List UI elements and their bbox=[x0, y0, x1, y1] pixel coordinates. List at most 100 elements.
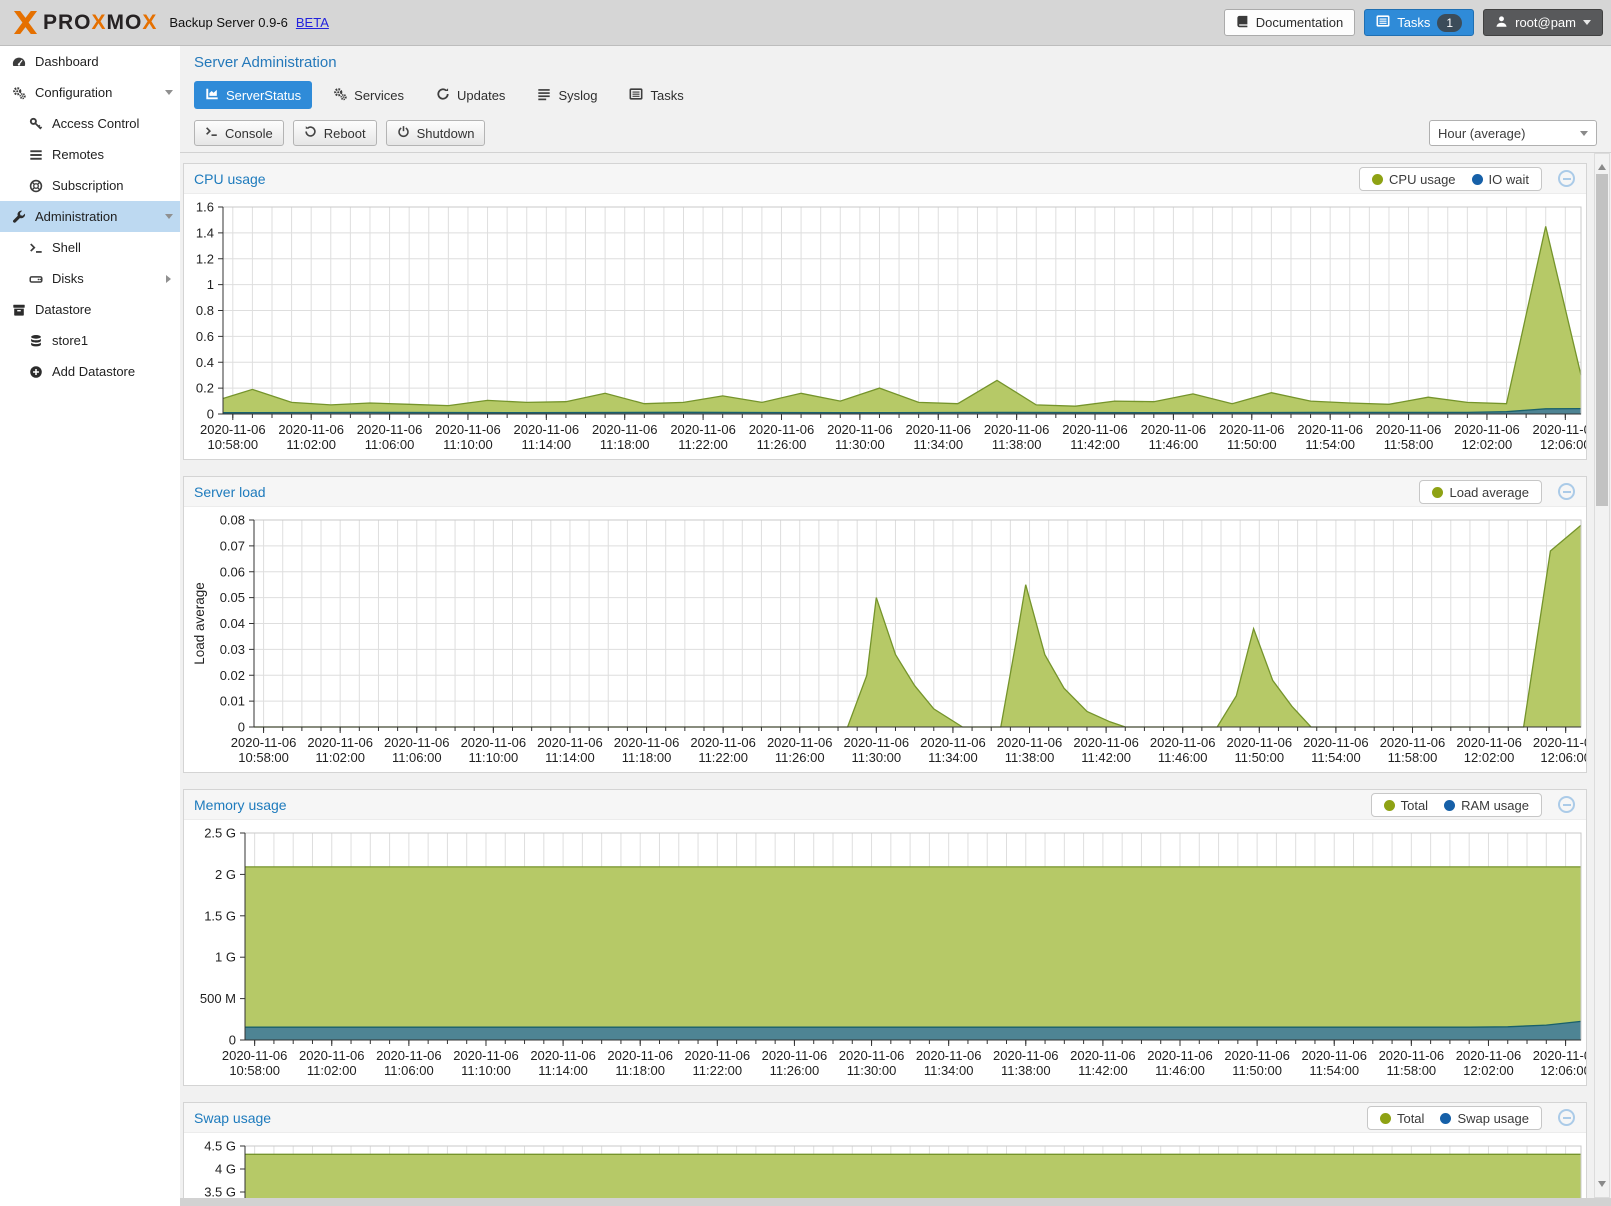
sidebar-item-datastore[interactable]: Datastore bbox=[0, 294, 180, 325]
tab-tasks[interactable]: Tasks bbox=[618, 81, 694, 109]
svg-text:11:14:00: 11:14:00 bbox=[545, 750, 595, 765]
svg-text:0.2: 0.2 bbox=[196, 381, 214, 396]
tab-syslog[interactable]: Syslog bbox=[526, 81, 608, 109]
scroll-down-arrow-icon[interactable] bbox=[1598, 1181, 1606, 1191]
vertical-scrollbar[interactable] bbox=[1594, 153, 1610, 1198]
legend-dot-icon bbox=[1384, 800, 1395, 811]
console-button[interactable]: Console bbox=[194, 120, 284, 146]
svg-text:1.4: 1.4 bbox=[196, 225, 214, 240]
server-load-panel: Server load Load average 00.010.020.030.… bbox=[183, 476, 1587, 773]
horizontal-scrollbar[interactable] bbox=[180, 1198, 1611, 1206]
shutdown-button[interactable]: Shutdown bbox=[386, 120, 486, 146]
collapse-panel-button[interactable] bbox=[1558, 796, 1575, 813]
sidebar-item-administration[interactable]: Administration bbox=[0, 201, 180, 232]
svg-text:11:46:00: 11:46:00 bbox=[1158, 750, 1208, 765]
scroll-up-arrow-icon[interactable] bbox=[1598, 160, 1606, 170]
memory-usage-panel: Memory usage TotalRAM usage 0500 M1 G1.5… bbox=[183, 789, 1587, 1086]
svg-text:12:02:00: 12:02:00 bbox=[1463, 1063, 1514, 1078]
svg-text:11:18:00: 11:18:00 bbox=[600, 437, 650, 452]
svg-text:11:06:00: 11:06:00 bbox=[392, 750, 442, 765]
tab-services[interactable]: Services bbox=[322, 81, 415, 109]
svg-text:2020-11-06: 2020-11-06 bbox=[670, 422, 736, 437]
sidebar-item-dashboard[interactable]: Dashboard bbox=[0, 46, 180, 77]
reboot-button[interactable]: Reboot bbox=[293, 120, 377, 146]
cpu-usage-panel: CPU usage CPU usageIO wait 00.20.40.60.8… bbox=[183, 163, 1587, 460]
sidebar-item-configuration[interactable]: Configuration bbox=[0, 77, 180, 108]
legend-item[interactable]: IO wait bbox=[1472, 172, 1529, 187]
chart-legend: Total RAM usage bbox=[1371, 793, 1542, 817]
scrollbar-thumb[interactable] bbox=[1596, 174, 1608, 506]
panel-title: Swap usage bbox=[184, 1110, 271, 1126]
svg-text:2020-11-06: 2020-11-06 bbox=[1533, 422, 1586, 437]
legend-item[interactable]: CPU usage bbox=[1372, 172, 1455, 187]
chevron-down-icon bbox=[1583, 20, 1591, 29]
timeframe-select[interactable]: Hour (average) bbox=[1429, 120, 1597, 146]
gears-icon bbox=[11, 86, 27, 100]
svg-text:4.5 G: 4.5 G bbox=[204, 1139, 236, 1154]
svg-text:2020-11-06: 2020-11-06 bbox=[592, 422, 658, 437]
svg-text:0.02: 0.02 bbox=[220, 668, 245, 683]
svg-text:11:42:00: 11:42:00 bbox=[1070, 437, 1120, 452]
svg-text:2020-11-06: 2020-11-06 bbox=[1456, 1048, 1522, 1063]
sidebar-item-store1[interactable]: store1 bbox=[0, 325, 180, 356]
svg-text:11:46:00: 11:46:00 bbox=[1149, 437, 1199, 452]
svg-text:11:38:00: 11:38:00 bbox=[992, 437, 1042, 452]
sidebar-item-add-datastore[interactable]: Add Datastore bbox=[0, 356, 180, 387]
svg-text:0.8: 0.8 bbox=[196, 303, 214, 318]
user-menu-button[interactable]: root@pam bbox=[1483, 9, 1603, 36]
chevron-down-icon[interactable] bbox=[165, 90, 173, 99]
chevron-right-icon[interactable] bbox=[166, 275, 175, 283]
terminal-icon bbox=[28, 241, 44, 255]
sidebar-item-shell[interactable]: Shell bbox=[0, 232, 180, 263]
sidebar-item-subscription[interactable]: Subscription bbox=[0, 170, 180, 201]
list-icon bbox=[537, 87, 551, 104]
svg-text:12:06:00: 12:06:00 bbox=[1540, 750, 1586, 765]
sidebar-item-remotes[interactable]: Remotes bbox=[0, 139, 180, 170]
documentation-button[interactable]: Documentation bbox=[1224, 9, 1355, 36]
svg-text:0: 0 bbox=[229, 1033, 236, 1048]
svg-text:2020-11-06: 2020-11-06 bbox=[1379, 1048, 1445, 1063]
tab-updates[interactable]: Updates bbox=[425, 81, 516, 109]
svg-text:12:06:00: 12:06:00 bbox=[1540, 1063, 1586, 1078]
legend-item[interactable]: Total bbox=[1384, 798, 1428, 813]
collapse-panel-button[interactable] bbox=[1558, 170, 1575, 187]
legend-item[interactable]: Load average bbox=[1432, 485, 1529, 500]
app-header: PROXMOX Backup Server 0.9-6 BETA Documen… bbox=[0, 0, 1611, 46]
user-icon bbox=[1495, 15, 1508, 31]
list-alt-icon bbox=[629, 87, 643, 104]
beta-link[interactable]: BETA bbox=[296, 15, 329, 30]
svg-text:2020-11-06: 2020-11-06 bbox=[1533, 735, 1586, 750]
svg-text:2020-11-06: 2020-11-06 bbox=[1380, 735, 1446, 750]
svg-text:0.04: 0.04 bbox=[220, 616, 245, 631]
svg-text:1.6: 1.6 bbox=[196, 200, 214, 215]
svg-text:10:58:00: 10:58:00 bbox=[238, 750, 289, 765]
tasks-list-icon bbox=[1376, 14, 1390, 31]
svg-text:11:26:00: 11:26:00 bbox=[757, 437, 807, 452]
cpu-usage-chart: 00.20.40.60.811.21.41.62020-11-0610:58:0… bbox=[184, 194, 1586, 458]
collapse-panel-button[interactable] bbox=[1558, 483, 1575, 500]
svg-text:2020-11-06: 2020-11-06 bbox=[607, 1048, 673, 1063]
area-chart-icon bbox=[205, 87, 219, 104]
swap-usage-chart: 0500 M1 G1.5 G2 G2.5 G3 G3.5 G4 G4.5 G20… bbox=[184, 1133, 1586, 1206]
svg-text:11:42:00: 11:42:00 bbox=[1081, 750, 1131, 765]
tab-bar: ServerStatus Services Updates Syslog Tas… bbox=[194, 81, 1611, 109]
svg-text:11:54:00: 11:54:00 bbox=[1309, 1063, 1359, 1078]
sidebar-item-disks[interactable]: Disks bbox=[0, 263, 180, 294]
legend-item[interactable]: Swap usage bbox=[1440, 1111, 1529, 1126]
legend-item[interactable]: RAM usage bbox=[1444, 798, 1529, 813]
svg-text:2020-11-06: 2020-11-06 bbox=[1073, 735, 1139, 750]
svg-text:11:02:00: 11:02:00 bbox=[307, 1063, 357, 1078]
tab-serverstatus[interactable]: ServerStatus bbox=[194, 81, 312, 109]
collapse-panel-button[interactable] bbox=[1558, 1109, 1575, 1126]
svg-text:11:46:00: 11:46:00 bbox=[1155, 1063, 1205, 1078]
svg-text:11:06:00: 11:06:00 bbox=[365, 437, 415, 452]
tasks-button[interactable]: Tasks 1 bbox=[1364, 9, 1474, 36]
svg-text:12:02:00: 12:02:00 bbox=[1462, 437, 1513, 452]
chevron-down-icon[interactable] bbox=[165, 214, 173, 223]
svg-text:11:38:00: 11:38:00 bbox=[1005, 750, 1055, 765]
legend-item[interactable]: Total bbox=[1380, 1111, 1424, 1126]
svg-text:2020-11-06: 2020-11-06 bbox=[357, 422, 423, 437]
sidebar-item-access-control[interactable]: Access Control bbox=[0, 108, 180, 139]
svg-text:2020-11-06: 2020-11-06 bbox=[1141, 422, 1207, 437]
legend-dot-icon bbox=[1444, 800, 1455, 811]
